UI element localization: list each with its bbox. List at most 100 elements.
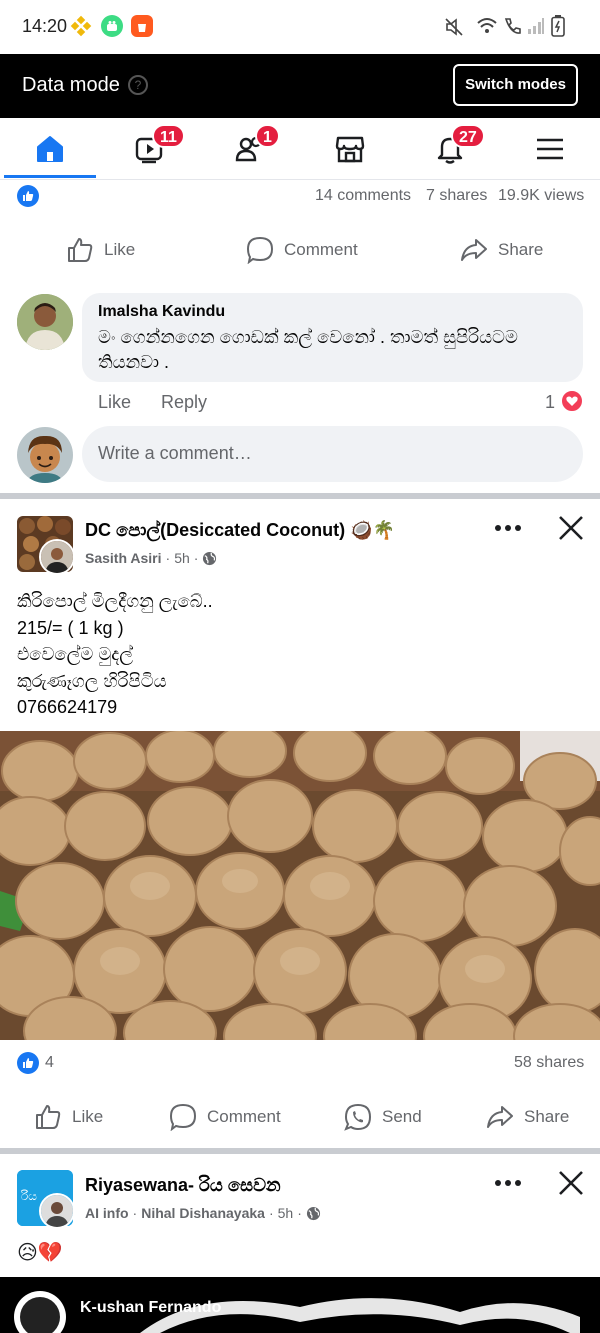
post1-comment-button[interactable]: Comment [246, 236, 358, 264]
comment-author[interactable]: Imalsha Kavindu [98, 303, 225, 321]
post3-author-avatar[interactable] [39, 1193, 75, 1229]
post2-send-button[interactable]: Send [344, 1103, 422, 1131]
notifications-badge: 27 [451, 124, 485, 148]
meta-dot: · [268, 1205, 274, 1221]
post2-title[interactable]: DC පොල්(Desiccated Coconut) 🥥🌴 [85, 520, 395, 541]
share-icon [487, 1106, 513, 1128]
data-mode-bar: Data mode ? Switch modes [0, 54, 600, 118]
commenter-avatar[interactable] [17, 294, 73, 350]
post3-title[interactable]: Riyasewana- රිය සෙවන [85, 1175, 281, 1196]
comment-icon [246, 236, 274, 264]
post3-author[interactable]: Nihal Dishanayaka [141, 1205, 265, 1221]
post1-shares-count[interactable]: 7 shares [426, 187, 487, 205]
comment-like-link[interactable]: Like [98, 392, 131, 413]
meta-dot: · [165, 550, 171, 566]
post3-meta: AI info · Nihal Dishanayaka · 5h · [85, 1205, 321, 1221]
post2-time[interactable]: 5h [174, 550, 190, 566]
comment-reaction-count: 1 [545, 392, 556, 412]
shopping-app-icon [131, 15, 153, 37]
top-nav-bar: 11 1 27 [0, 118, 600, 180]
info-icon[interactable]: ? [128, 75, 148, 95]
post2-share-button[interactable]: Share [486, 1103, 569, 1131]
post-separator [0, 493, 600, 499]
share-label: Share [524, 1107, 570, 1126]
post1-share-button[interactable]: Share [460, 236, 543, 264]
globe-icon [203, 551, 217, 565]
post2-meta: Sasith Asiri · 5h · [85, 550, 217, 566]
marketplace-icon [335, 136, 365, 163]
meta-dot: · [297, 1205, 302, 1221]
comment-label: Comment [207, 1107, 281, 1126]
post2-author[interactable]: Sasith Asiri [85, 550, 162, 566]
thumbs-up-icon [36, 1105, 61, 1129]
thumbs-up-icon [68, 238, 93, 262]
comment-icon [169, 1103, 197, 1131]
signal-icon [527, 17, 545, 40]
like-label: Like [104, 240, 136, 259]
send-label: Send [382, 1107, 422, 1126]
comment-label: Comment [284, 240, 358, 259]
post3-close-icon[interactable] [558, 1170, 584, 1201]
active-tab-indicator [4, 175, 96, 178]
post2-close-icon[interactable] [558, 515, 584, 546]
globe-icon [306, 1206, 320, 1220]
home-icon [37, 136, 63, 162]
author-avatar[interactable] [39, 539, 75, 575]
like-reaction-icon[interactable] [17, 185, 39, 207]
post2-like-button[interactable]: Like [34, 1103, 103, 1131]
post1-views-count: 19.9K views [498, 187, 585, 204]
android-app-icon [101, 15, 123, 37]
status-time: 14:20 [22, 16, 68, 36]
post2-like-reaction-icon[interactable] [17, 1052, 39, 1074]
meta-dot: · [193, 550, 199, 566]
post3-image[interactable]: K-ushan Fernando [0, 1277, 600, 1333]
post3-body: 😥💔 [17, 1242, 63, 1264]
tab-watch[interactable]: 11 [100, 118, 200, 180]
post2-body-line: 215/= ( 1 kg ) [17, 617, 124, 638]
whatsapp-icon [344, 1103, 372, 1131]
call-icon [502, 16, 522, 41]
post2-photo[interactable] [0, 731, 600, 1040]
post2-body-line: කිරිපොල් මිලදීගනු ලැබේ.. [17, 591, 213, 611]
post2-body-line: කුරුණෑගල හිරිපිටිය [17, 670, 167, 691]
binance-icon [70, 15, 92, 37]
data-mode-title: Data mode [22, 74, 120, 96]
write-comment-input[interactable]: Write a comment… [82, 426, 583, 482]
post-separator [0, 1148, 600, 1154]
comment-reply-link[interactable]: Reply [161, 392, 207, 413]
post2-comment-button[interactable]: Comment [169, 1103, 281, 1131]
svg-text:රිය: රිය [20, 1189, 37, 1203]
tab-marketplace[interactable] [300, 118, 400, 180]
meta-dot: · [132, 1205, 138, 1221]
menu-icon [537, 138, 563, 160]
battery-icon [551, 15, 565, 42]
post2-body: කිරිපොල් මිලදීගනු ලැබේ.. 215/= ( 1 kg ) … [17, 588, 213, 721]
write-comment-placeholder: Write a comment… [98, 443, 252, 463]
tab-home[interactable] [0, 118, 100, 180]
post3-time[interactable]: 5h [278, 1205, 294, 1221]
current-user-avatar[interactable] [17, 427, 73, 483]
love-reaction-icon[interactable] [560, 389, 584, 413]
watch-badge: 11 [152, 124, 185, 148]
comment-text: මං ගෙන්නගෙන ගොඩක් කල් වෙනෝ . තාමත් සුපිර… [98, 327, 518, 372]
comment-bubble[interactable]: Imalsha Kavindu මං ගෙන්නගෙන ගොඩක් කල් වෙ… [82, 293, 583, 382]
tab-menu[interactable] [500, 118, 600, 180]
post1-comments-count[interactable]: 14 comments [315, 187, 411, 205]
tab-friends[interactable]: 1 [200, 118, 300, 180]
post2-body-line[interactable]: 0766624179 [17, 694, 213, 721]
like-label: Like [72, 1107, 104, 1126]
post3-more-icon[interactable] [494, 1173, 522, 1198]
post2-more-icon[interactable] [494, 518, 522, 543]
post2-shares-count[interactable]: 58 shares [514, 1054, 584, 1072]
post2-reaction-count[interactable]: 4 [45, 1054, 54, 1072]
tab-notifications[interactable]: 27 [400, 118, 500, 180]
switch-modes-button[interactable]: Switch modes [453, 64, 578, 106]
status-bar: 14:20 [0, 0, 600, 54]
post3-image-overlay-name: K-ushan Fernando [80, 1299, 222, 1316]
post3-badge[interactable]: AI info [85, 1205, 129, 1221]
post1-like-button[interactable]: Like [66, 236, 135, 264]
share-icon [461, 239, 487, 261]
friends-badge: 1 [255, 124, 280, 148]
wifi-icon [476, 16, 498, 41]
post2-body-line: එවෙලේම මුදල් [17, 644, 133, 664]
